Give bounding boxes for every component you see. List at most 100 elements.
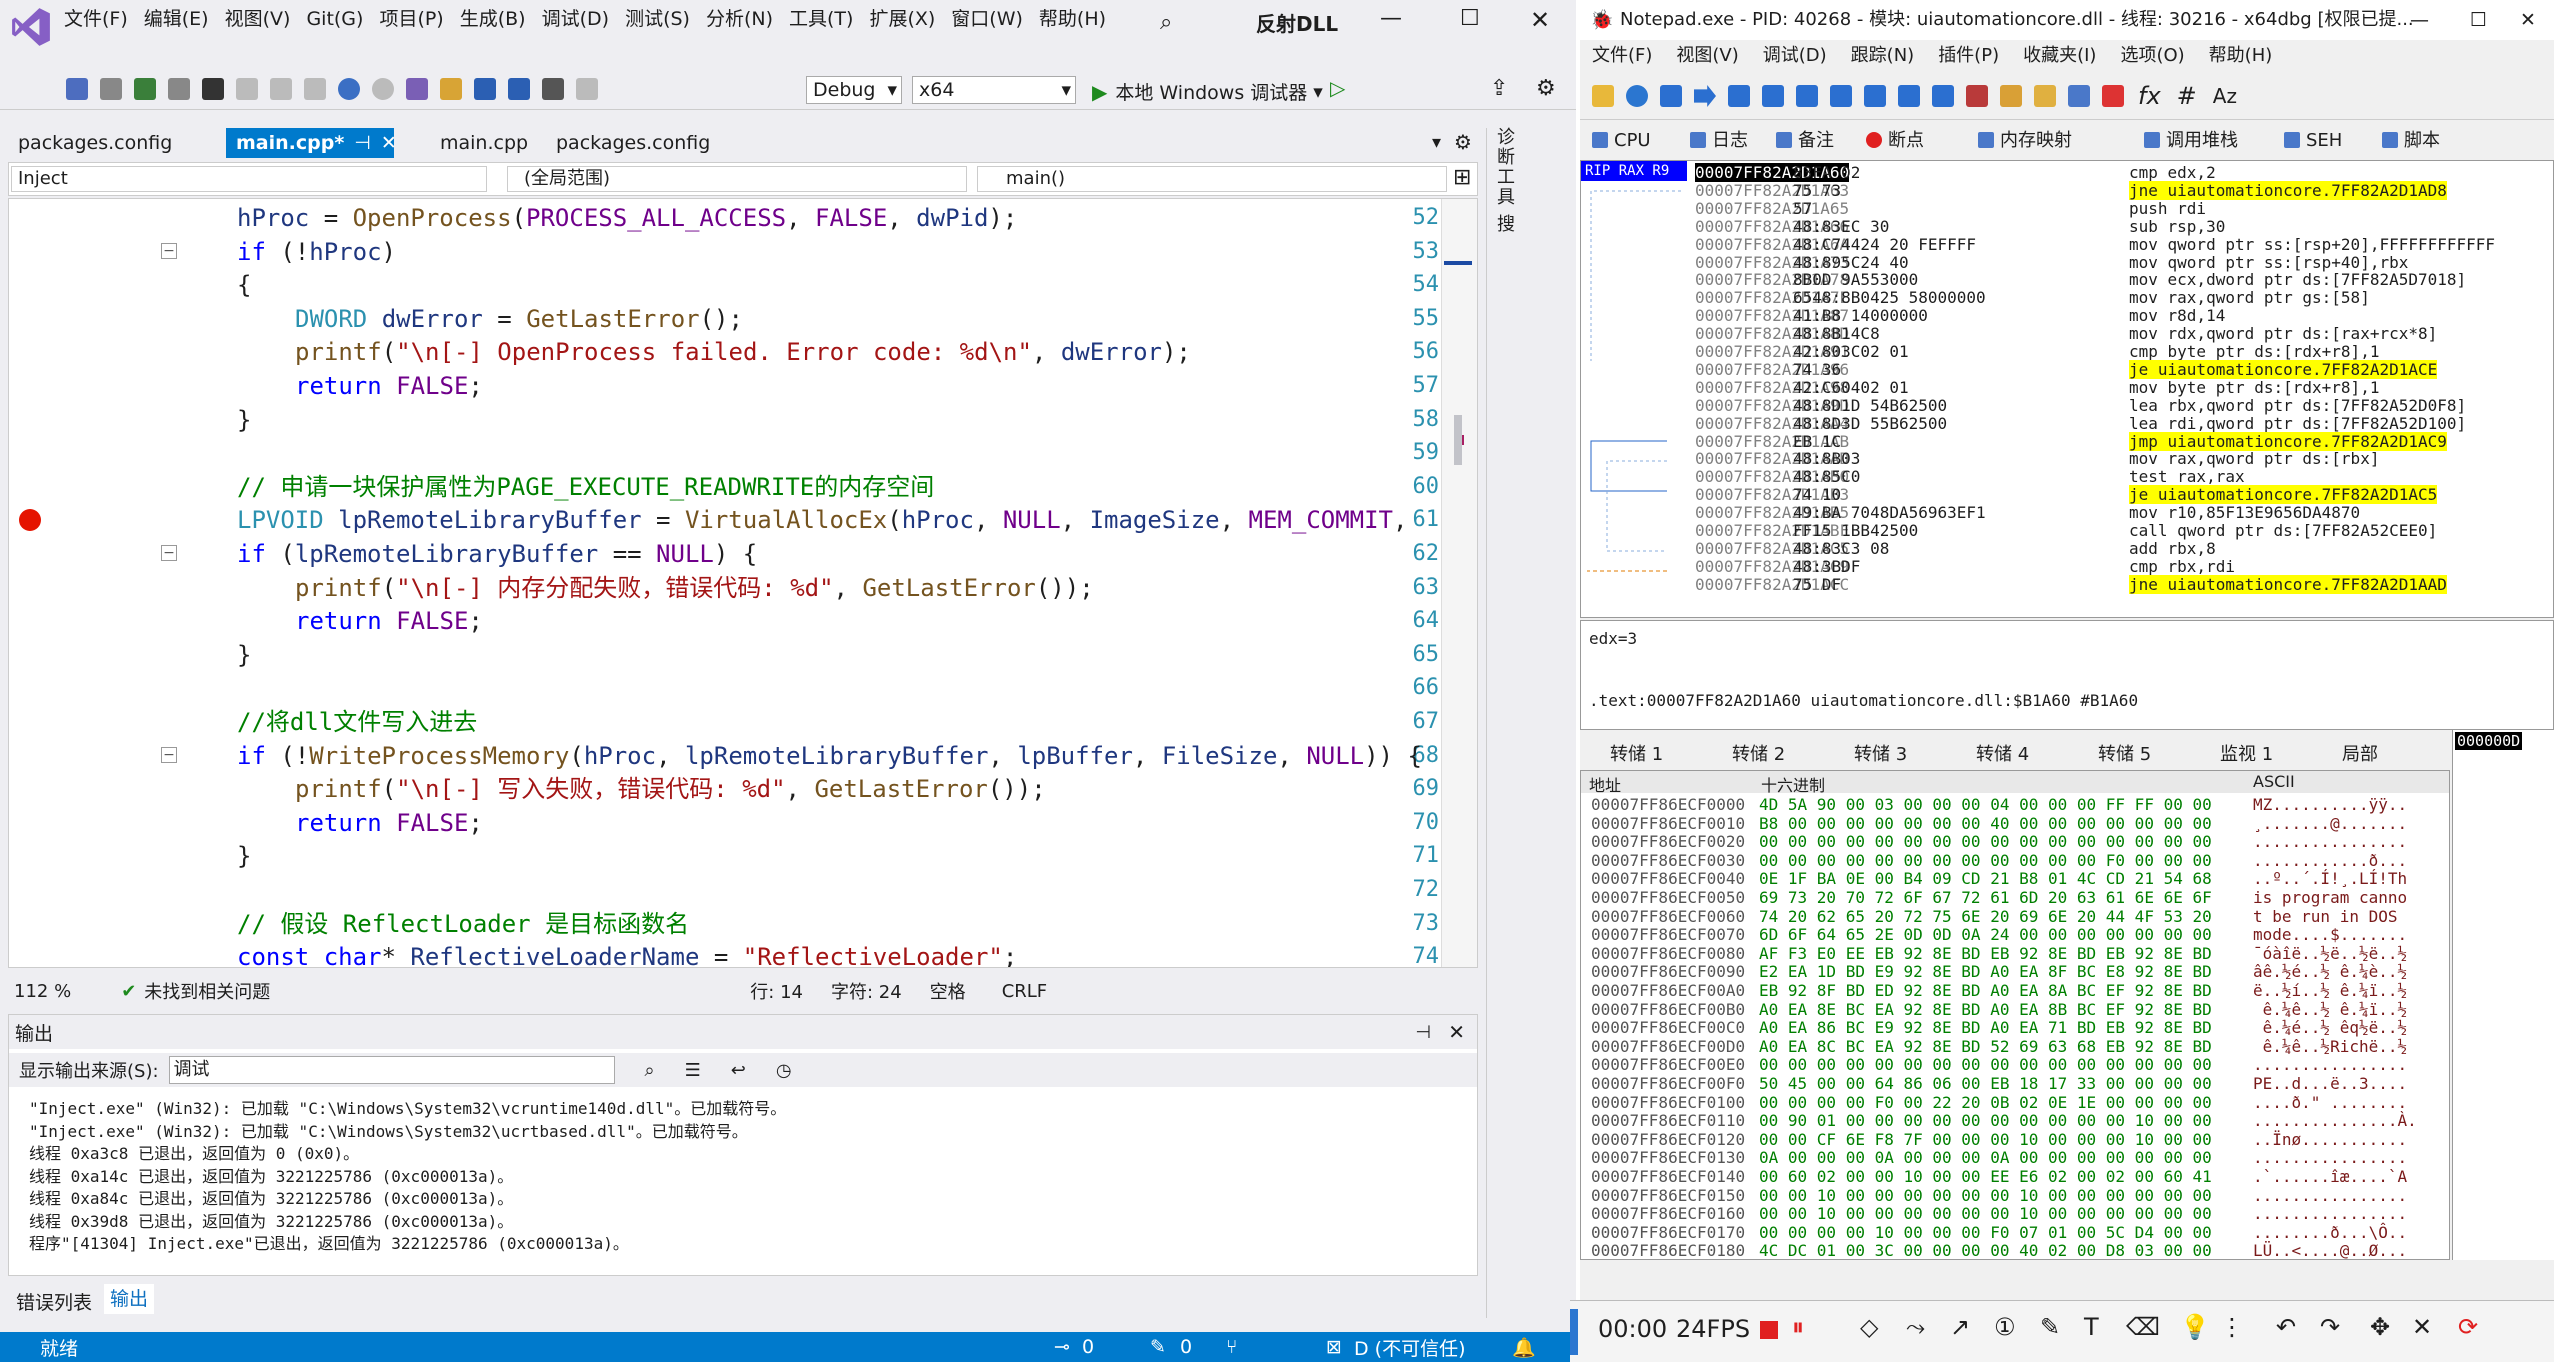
dump-tab[interactable]: 转储 3 (1854, 740, 1907, 766)
code-line[interactable]: } (237, 839, 251, 873)
code-line[interactable]: LPVOID lpRemoteLibraryBuffer = VirtualAl… (237, 503, 1407, 537)
dump-address[interactable]: 00007FF86ECF0180 (1591, 1241, 1745, 1259)
code-line[interactable]: } (237, 638, 251, 672)
dump-hex[interactable]: 00 00 00 00 00 00 00 00 00 00 00 00 00 0… (1759, 832, 2212, 851)
diagnostics-tab[interactable]: 诊断工具 (1497, 128, 1517, 208)
dump-ascii[interactable]: t be run in DOS (2253, 907, 2407, 926)
code-line[interactable]: //将dll文件写入进去 (237, 705, 477, 739)
dump-address[interactable]: 00007FF86ECF0030 (1591, 851, 1745, 870)
start-debug-button[interactable]: ▶ 本地 Windows 调试器 ▾ (1092, 78, 1323, 105)
word-wrap-icon[interactable]: ↩ (731, 1060, 746, 1081)
dump-hex[interactable]: A0 EA 8E BC EA 92 8E BD A0 EA 8B BC EF 9… (1759, 1000, 2212, 1019)
menu-item[interactable]: Git(G) (306, 4, 379, 34)
dump-address[interactable]: 00007FF86ECF00C0 (1591, 1018, 1745, 1037)
dump-hex[interactable]: AF F3 E0 EE EB 92 8E BD EB 92 8E BD EB 9… (1759, 944, 2212, 963)
dump-address[interactable]: 00007FF86ECF0090 (1591, 962, 1745, 981)
code-line[interactable]: if (!hProc) (237, 235, 396, 269)
redo-icon[interactable]: ↷ (2320, 1313, 2340, 1341)
dump-ascii[interactable]: âê.½é..½ ê.¼è..½ (2253, 962, 2407, 981)
dump-hex[interactable]: 00 00 10 00 00 00 00 00 00 10 00 00 00 0… (1759, 1204, 2212, 1223)
code-line[interactable]: hProc = OpenProcess(PROCESS_ALL_ACCESS, … (237, 201, 1017, 235)
dump-address[interactable]: 00007FF86ECF0070 (1591, 925, 1745, 944)
pencil-icon[interactable]: ✎ (2040, 1313, 2060, 1341)
step-over-icon[interactable] (1796, 85, 1818, 107)
disasm-instruction[interactable]: mov r8d,14 (2129, 306, 2225, 325)
clear-all-icon[interactable]: ☰ (685, 1060, 701, 1081)
disasm-instruction[interactable]: jne uiautomationcore.7FF82A2D1AAD (2129, 574, 2447, 594)
collapse-icon[interactable]: − (161, 242, 177, 259)
dump-hex[interactable]: 00 00 00 00 F0 00 22 20 0B 02 0E 1E 00 0… (1759, 1093, 2212, 1112)
dump-hex[interactable]: E2 EA 1D BD E9 92 8E BD A0 EA 8F BC E8 9… (1759, 962, 2212, 981)
menu-item[interactable]: 调试(D) (542, 4, 625, 34)
code-line[interactable]: // 申请一块保护属性为PAGE_EXECUTE_READWRITE的内存空间 (237, 470, 934, 504)
dump-ascii[interactable]: ................ (2253, 1148, 2407, 1167)
dump-hex[interactable]: 00 00 10 00 00 00 00 00 00 10 00 00 00 0… (1759, 1186, 2212, 1205)
code-line[interactable]: printf("\n[-] 写入失败，错误代码: %d", GetLastErr… (295, 772, 1046, 806)
git-commit-icon[interactable]: ⊸ (1054, 1336, 1070, 1358)
changes-count[interactable]: 0 (1180, 1336, 1192, 1358)
open-file-icon[interactable] (1592, 85, 1614, 107)
code-line[interactable]: { (237, 268, 251, 302)
tab-main-cpp-active[interactable]: main.cpp* ⊣ ✕ (226, 128, 397, 158)
open-folder-icon[interactable] (440, 78, 462, 100)
dump-hex[interactable]: 00 00 00 00 00 00 00 00 00 00 00 00 F0 0… (1759, 851, 2212, 870)
disasm-instruction[interactable]: cmp rbx,rdi (2129, 557, 2235, 576)
editor-scrollbar[interactable] (1441, 199, 1477, 967)
output-source-dropdown[interactable]: 调试 (168, 1056, 615, 1084)
dump-address[interactable]: 00007FF86ECF0170 (1591, 1223, 1745, 1242)
scylla-icon[interactable] (1966, 85, 1988, 107)
trace-into-icon[interactable] (1830, 85, 1852, 107)
disasm-instruction[interactable]: cmp byte ptr ds:[rdx+r8],1 (2129, 342, 2379, 361)
dump-ascii[interactable]: PE..d...ë..3.... (2253, 1074, 2407, 1093)
disasm-address[interactable]: 00007FF82A2D1A65 (1695, 199, 1849, 218)
menu-item[interactable]: 工具(T) (789, 4, 869, 34)
dump-address[interactable]: 00007FF86ECF0100 (1591, 1093, 1745, 1112)
run-to-user-code-icon[interactable] (1932, 85, 1954, 107)
dump-address[interactable]: 00007FF86ECF0110 (1591, 1111, 1745, 1130)
disasm-instruction[interactable]: lea rbx,qword ptr ds:[7FF82A52D0F8] (2129, 396, 2466, 415)
branch-icon[interactable]: ⑂ (1226, 1336, 1237, 1358)
pause-record-icon[interactable]: ⏸ (1792, 1313, 1804, 1341)
code-line[interactable]: printf("\n[-] OpenProcess failed. Error … (295, 335, 1191, 369)
highlight-icon[interactable]: 💡 (2180, 1313, 2210, 1341)
dump-ascii[interactable]: ................ (2253, 1055, 2407, 1074)
dump-hex[interactable]: A0 EA 8C BC EA 92 8E BD 52 69 63 68 EB 9… (1759, 1037, 2212, 1056)
bookmark-icon[interactable] (270, 78, 292, 100)
dump-address[interactable]: 00007FF86ECF0150 (1591, 1186, 1745, 1205)
settings-icon[interactable]: ⚙ (1454, 130, 1472, 154)
eraser-icon[interactable]: ⌫ (2126, 1313, 2160, 1341)
menu-item[interactable]: 视图(V) (225, 4, 307, 34)
zoom-level[interactable]: 112 % (14, 981, 71, 1002)
tab-memory-map[interactable]: 内存映射 (1978, 128, 2072, 154)
arrow-icon[interactable]: ↗ (1950, 1313, 1970, 1341)
dump-tab[interactable]: 转储 4 (1976, 740, 2029, 766)
menu-item[interactable]: 项目(P) (379, 4, 459, 34)
menu-item[interactable]: 文件(F) (64, 4, 144, 34)
tab-packages-config[interactable]: packages.config (8, 128, 182, 158)
menu-item[interactable]: 跟踪(N) (1839, 40, 1927, 72)
dump-ascii[interactable]: is program canno (2253, 888, 2407, 907)
disasm-instruction[interactable]: je uiautomationcore.7FF82A2D1ACE (2129, 359, 2438, 379)
search-tab[interactable]: 搜 (1497, 210, 1515, 236)
pause-icon[interactable] (1728, 85, 1750, 107)
dump-tab[interactable]: 局部 (2342, 740, 2378, 766)
disasm-instruction[interactable]: mov ecx,dword ptr ds:[7FF82A5D7018] (2129, 270, 2466, 289)
tab-breakpoint[interactable]: 断点 (1866, 128, 1924, 154)
font-icon[interactable]: Az (2213, 84, 2237, 108)
stack-view[interactable]: 000000D (2452, 730, 2554, 1260)
dump-hex[interactable]: 00 00 00 00 00 00 00 00 00 00 00 00 00 0… (1759, 1055, 2212, 1074)
tab-log[interactable]: 日志 (1690, 128, 1748, 154)
disasm-instruction[interactable]: mov byte ptr ds:[rdx+r8],1 (2129, 378, 2379, 397)
collapse-icon[interactable]: − (161, 746, 177, 763)
step-into-icon[interactable] (1762, 85, 1784, 107)
more-icon[interactable]: ⋮ (2220, 1313, 2244, 1341)
pencil-icon[interactable]: ✎ (1150, 1336, 1166, 1358)
dump-ascii[interactable]: .`......îæ....`A (2253, 1167, 2407, 1186)
menu-item[interactable]: 调试(D) (1751, 40, 1839, 72)
close-icon[interactable]: ✕ (2412, 1313, 2432, 1341)
dump-hex[interactable]: 00 00 CF 6E F8 7F 00 00 00 10 00 00 00 1… (1759, 1130, 2212, 1149)
comments-icon[interactable] (2034, 85, 2056, 107)
menu-item[interactable]: 选项(O) (2108, 40, 2196, 72)
back-icon[interactable] (338, 78, 360, 100)
bookmarks-icon[interactable] (2102, 85, 2124, 107)
